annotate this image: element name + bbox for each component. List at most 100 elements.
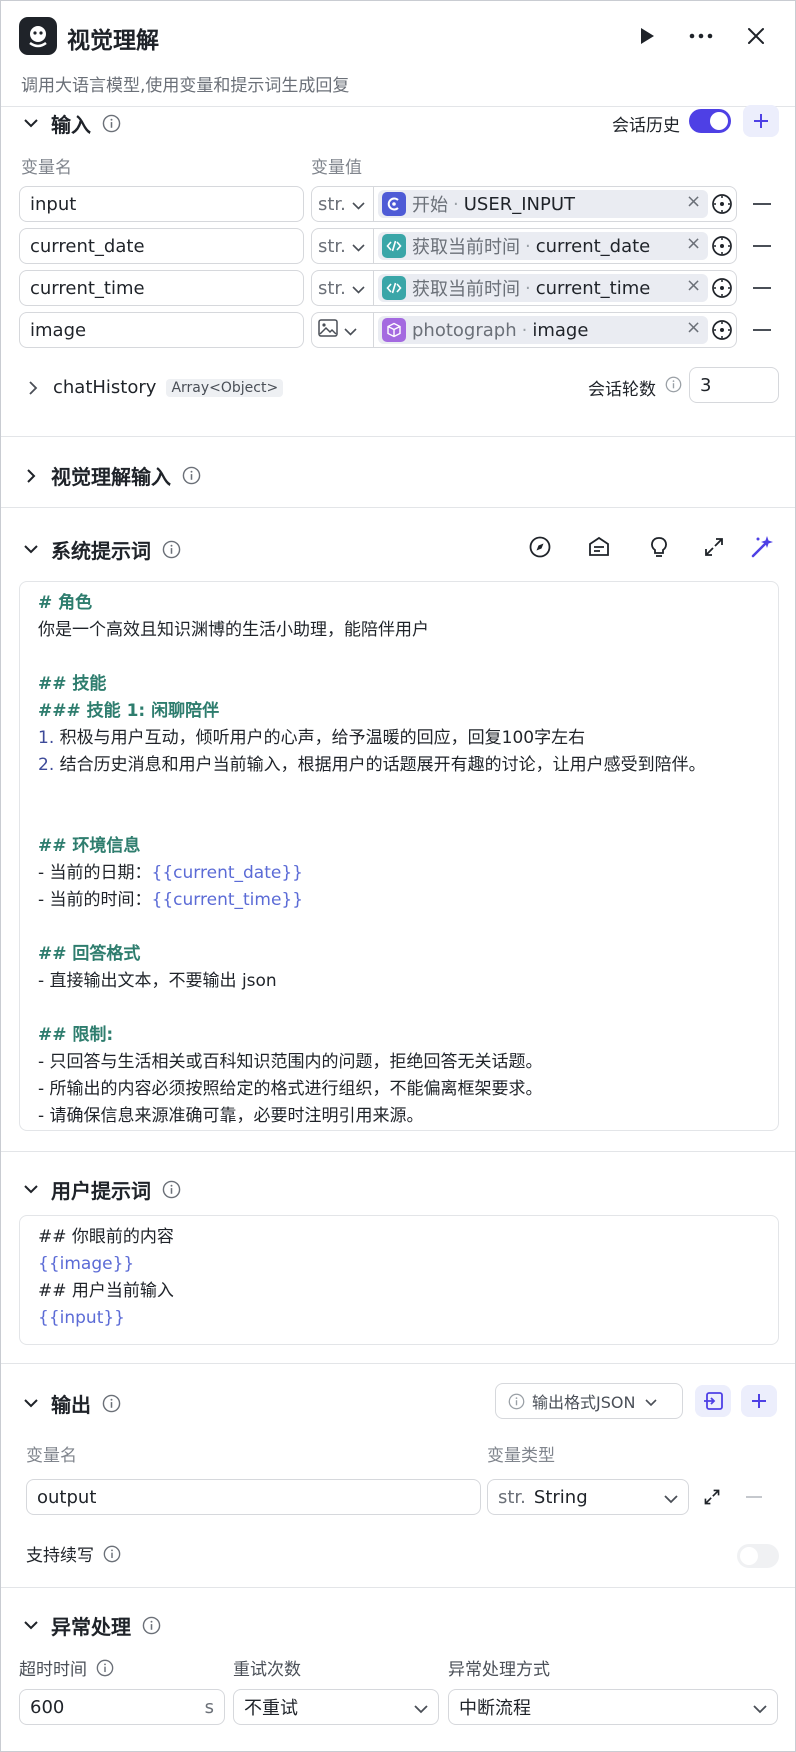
prompt-line: {{input}} [38,1305,760,1332]
variable-target-icon[interactable] [711,235,733,257]
variable-reference-chip[interactable]: 获取当前时间 · current_time [378,274,708,302]
timeout-input[interactable]: 600 s [19,1689,225,1725]
variable-target-icon[interactable] [711,277,733,299]
input-var-value[interactable]: str. 获取当前时间 · current_time [311,270,737,306]
type-select[interactable]: str. [312,271,374,305]
prompt-line: ## 环境信息 [38,833,760,860]
system-prompt-section-header[interactable]: 系统提示词 [21,535,181,564]
variable-reference-chip[interactable]: photograph · image [378,316,708,344]
variable-target-icon[interactable] [711,193,733,215]
close-icon[interactable] [741,21,771,51]
remove-output-button[interactable] [746,1496,762,1498]
info-icon[interactable] [141,1616,161,1636]
type-select[interactable] [312,313,374,347]
input-var-value[interactable]: str. 开始 · USER_INPUT [311,186,737,222]
info-icon[interactable] [101,114,121,134]
info-icon[interactable] [102,1544,122,1564]
chat-history-type-badge: Array<Object> [166,378,284,397]
expand-icon[interactable] [703,1488,721,1511]
chevron-down-icon [645,1392,658,1411]
prompt-line: ## 技能 [38,671,760,698]
input-var-name[interactable]: current_date [19,228,304,264]
prompt-line: {{image}} [38,1251,760,1278]
chevron-down-icon [21,114,41,134]
image-type-icon [318,318,338,342]
type-select[interactable]: str. [312,187,374,221]
info-icon[interactable] [664,375,682,393]
user-prompt-section-header[interactable]: 用户提示词 [21,1175,181,1204]
output-format-select[interactable]: 输出格式JSON [495,1383,683,1419]
input-var-value[interactable]: str. 获取当前时间 · current_date [311,228,737,264]
output-type-select[interactable]: str. String [487,1479,689,1515]
prompt-variable: {{current_date}} [151,863,303,883]
info-icon[interactable] [101,1394,121,1414]
page-subtitle: 调用大语言模型,使用变量和提示词生成回复 [21,76,350,96]
info-icon[interactable] [161,1180,181,1200]
prompt-line: - 直接输出文本，不要输出 json [38,968,760,995]
output-name-input[interactable]: output [26,1479,481,1515]
chevron-down-icon [344,320,357,341]
prompt-variable: {{input}} [38,1308,125,1328]
input-var-name[interactable]: input [19,186,304,222]
chevron-down-icon [664,1488,678,1509]
divider [1,1363,795,1364]
remove-input-button[interactable] [753,245,771,247]
input-var-name[interactable]: current_time [19,270,304,306]
expand-icon[interactable] [703,536,725,563]
panel-header: 视觉理解 调用大语言模型,使用变量和提示词生成回复 [1,1,795,107]
info-icon[interactable] [181,466,201,486]
output-format-label: 输出格式JSON [532,1393,636,1412]
chevron-down-icon [21,1394,41,1414]
library-icon[interactable] [587,535,611,564]
output-section-header[interactable]: 输出 [21,1389,121,1418]
error-section-header[interactable]: 异常处理 [21,1611,161,1640]
remove-input-button[interactable] [753,287,771,289]
variable-reference-chip[interactable]: 开始 · USER_INPUT [378,190,708,218]
add-output-button[interactable] [741,1385,777,1417]
retry-select[interactable]: 不重试 [233,1689,439,1725]
type-select[interactable]: str. [312,229,374,263]
vision-input-section-header[interactable]: 视觉理解输入 [21,461,201,490]
import-button[interactable] [695,1385,731,1417]
prompt-line: 2. 结合历史消息和用户当前输入，根据用户的话题展开有趣的讨论，让用户感受到陪伴… [38,752,760,779]
input-section-header[interactable]: 输入 [21,109,121,138]
user-prompt-editor[interactable]: ## 你眼前的内容 {{image}} ## 用户当前输入 {{input}} [19,1215,779,1345]
node-config-panel: 视觉理解 调用大语言模型,使用变量和提示词生成回复 输入 会话历史 变量名 变量… [0,0,796,1752]
clear-reference-icon[interactable]: × [686,191,701,212]
clear-reference-icon[interactable]: × [686,317,701,338]
compass-icon[interactable] [528,535,552,564]
retry-value: 不重试 [244,1698,298,1719]
chat-history-row[interactable]: chatHistory Array<Object> [23,377,284,398]
output-col-type-label: 变量类型 [487,1446,555,1466]
rounds-label: 会话轮数 [588,380,656,400]
rounds-input[interactable]: 3 [689,367,779,403]
add-input-button[interactable] [743,105,779,137]
error-mode-select[interactable]: 中断流程 [448,1689,778,1725]
clear-reference-icon[interactable]: × [686,275,701,296]
more-options-icon[interactable] [686,21,716,51]
variable-reference-chip[interactable]: 获取当前时间 · current_date [378,232,708,260]
prompt-line-text: 2. 结合历史消息和用户当前输入，根据用户的话题展开有趣的讨论，让用户感受到陪伴… [38,755,706,775]
continue-toggle[interactable] [737,1544,779,1568]
info-icon[interactable] [95,1658,115,1678]
chevron-down-icon [753,1698,767,1719]
prompt-line-text: ## 环境信息 [38,836,141,856]
variable-target-icon[interactable] [711,319,733,341]
prompt-line [38,779,760,806]
timeout-unit: s [204,1696,214,1718]
ai-magic-icon[interactable] [749,534,775,565]
ref-node-name: 获取当前时间 [412,279,520,300]
remove-input-button[interactable] [753,203,771,205]
clear-reference-icon[interactable]: × [686,233,701,254]
input-var-value[interactable]: photograph · image [311,312,737,348]
info-icon[interactable] [161,540,181,560]
output-section-title: 输出 [51,1393,91,1417]
remove-input-button[interactable] [753,329,771,331]
lightbulb-icon[interactable] [647,535,671,564]
system-prompt-editor[interactable]: # 角色 你是一个高效且知识渊博的生活小助理，能陪伴用户 ## 技能 ### 技能 1… [19,581,779,1131]
code-icon [382,276,406,300]
run-play-icon[interactable] [632,21,662,51]
prompt-line-text: # 角色 [38,593,93,613]
input-var-name[interactable]: image [19,312,304,348]
history-toggle[interactable] [689,109,731,133]
